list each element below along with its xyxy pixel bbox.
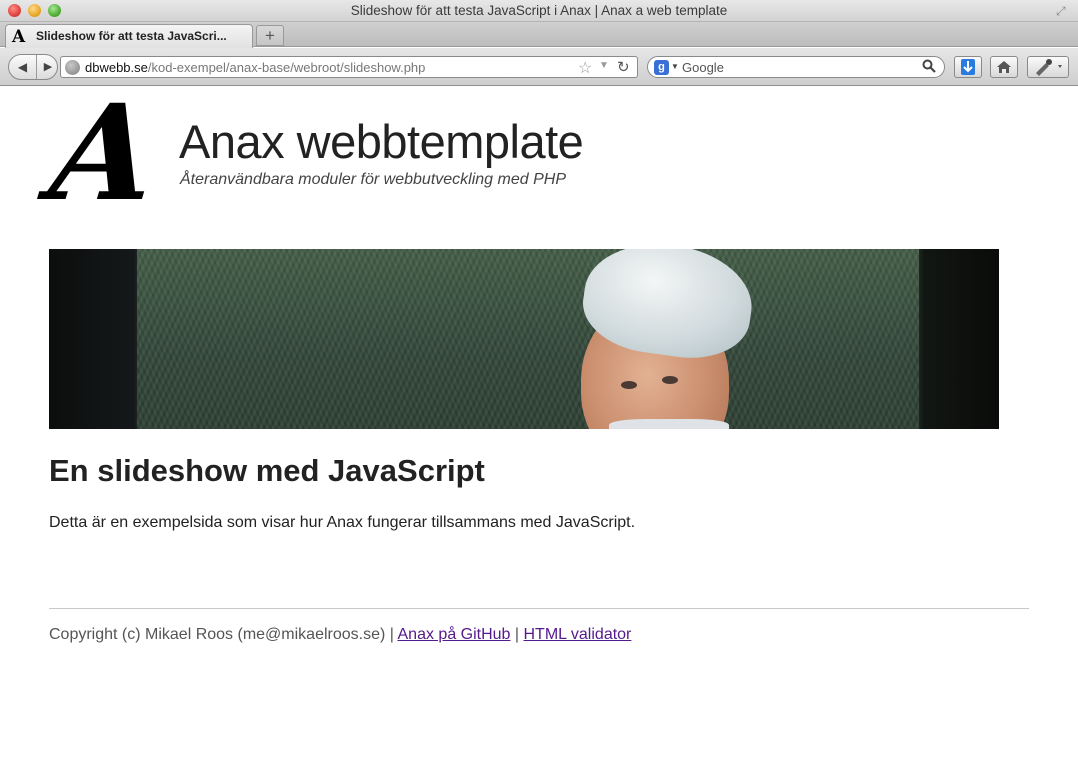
developer-tools-button[interactable]: [1027, 56, 1069, 78]
search-bar[interactable]: g ▼: [647, 56, 945, 78]
page-heading: En slideshow med JavaScript: [49, 453, 485, 488]
footer-divider: [49, 608, 1029, 609]
html-validator-link[interactable]: HTML validator: [524, 626, 632, 643]
footer: Copyright (c) Mikael Roos (me@mikaelroos…: [49, 626, 631, 644]
fullscreen-icon[interactable]: ⤢: [1056, 4, 1070, 18]
downloads-button[interactable]: [954, 56, 982, 78]
search-icon[interactable]: [922, 59, 936, 73]
window-title: Slideshow för att testa JavaScript i Ana…: [350, 3, 728, 18]
site-slogan: Återanvändbara moduler för webbutvecklin…: [180, 171, 566, 188]
site-logo[interactable]: A: [44, 76, 163, 231]
home-button[interactable]: [990, 56, 1018, 78]
slideshow-photo-background: [137, 249, 919, 429]
tab-bar: A Slideshow för att testa JavaScri... +: [0, 22, 1078, 48]
slideshow-photo-eye-right: [662, 376, 678, 384]
reload-icon[interactable]: ↻: [617, 58, 630, 76]
tab-title: Slideshow för att testa JavaScri...: [36, 29, 227, 43]
url-path: /kod-exempel/anax-base/webroot/slideshow…: [147, 60, 426, 75]
window-titlebar: Slideshow för att testa JavaScript i Ana…: [0, 0, 1078, 22]
forward-button[interactable]: ▶: [38, 55, 58, 79]
site-title: Anax webbtemplate: [179, 115, 584, 168]
footer-separator: |: [510, 626, 524, 643]
slideshow-banner[interactable]: [49, 249, 999, 429]
home-icon: [997, 61, 1011, 73]
search-input[interactable]: [682, 59, 912, 75]
anax-favicon-icon: A: [12, 27, 26, 47]
slideshow-photo-eye-left: [621, 381, 637, 389]
eyedropper-icon: [1036, 59, 1062, 76]
back-button[interactable]: ◀: [9, 55, 37, 79]
download-arrow-icon: [961, 59, 975, 75]
footer-copyright: Copyright (c) Mikael Roos (me@mikaelroos…: [49, 626, 398, 643]
url-bar[interactable]: dbwebb.se/kod-exempel/anax-base/webroot/…: [60, 56, 638, 78]
tab-active[interactable]: A Slideshow för att testa JavaScri...: [5, 24, 253, 48]
new-tab-button[interactable]: +: [256, 25, 284, 46]
slideshow-photo-shirt: [609, 419, 729, 429]
engine-dropdown-icon[interactable]: ▼: [671, 62, 679, 71]
page-content: A Anax webbtemplate Återanvändbara modul…: [0, 76, 1078, 768]
google-engine-icon[interactable]: g: [654, 60, 669, 75]
site-identity-icon[interactable]: [65, 60, 80, 75]
back-forward-group: ◀ ▶: [8, 54, 58, 80]
bookmark-star-icon[interactable]: ☆: [578, 58, 592, 78]
page-paragraph: Detta är en exempelsida som visar hur An…: [49, 514, 636, 531]
url-domain: dbwebb.se: [85, 60, 148, 75]
history-dropdown-icon[interactable]: ▼: [599, 60, 609, 71]
url-text[interactable]: dbwebb.se/kod-exempel/anax-base/webroot/…: [85, 60, 425, 75]
github-link[interactable]: Anax på GitHub: [398, 626, 511, 643]
